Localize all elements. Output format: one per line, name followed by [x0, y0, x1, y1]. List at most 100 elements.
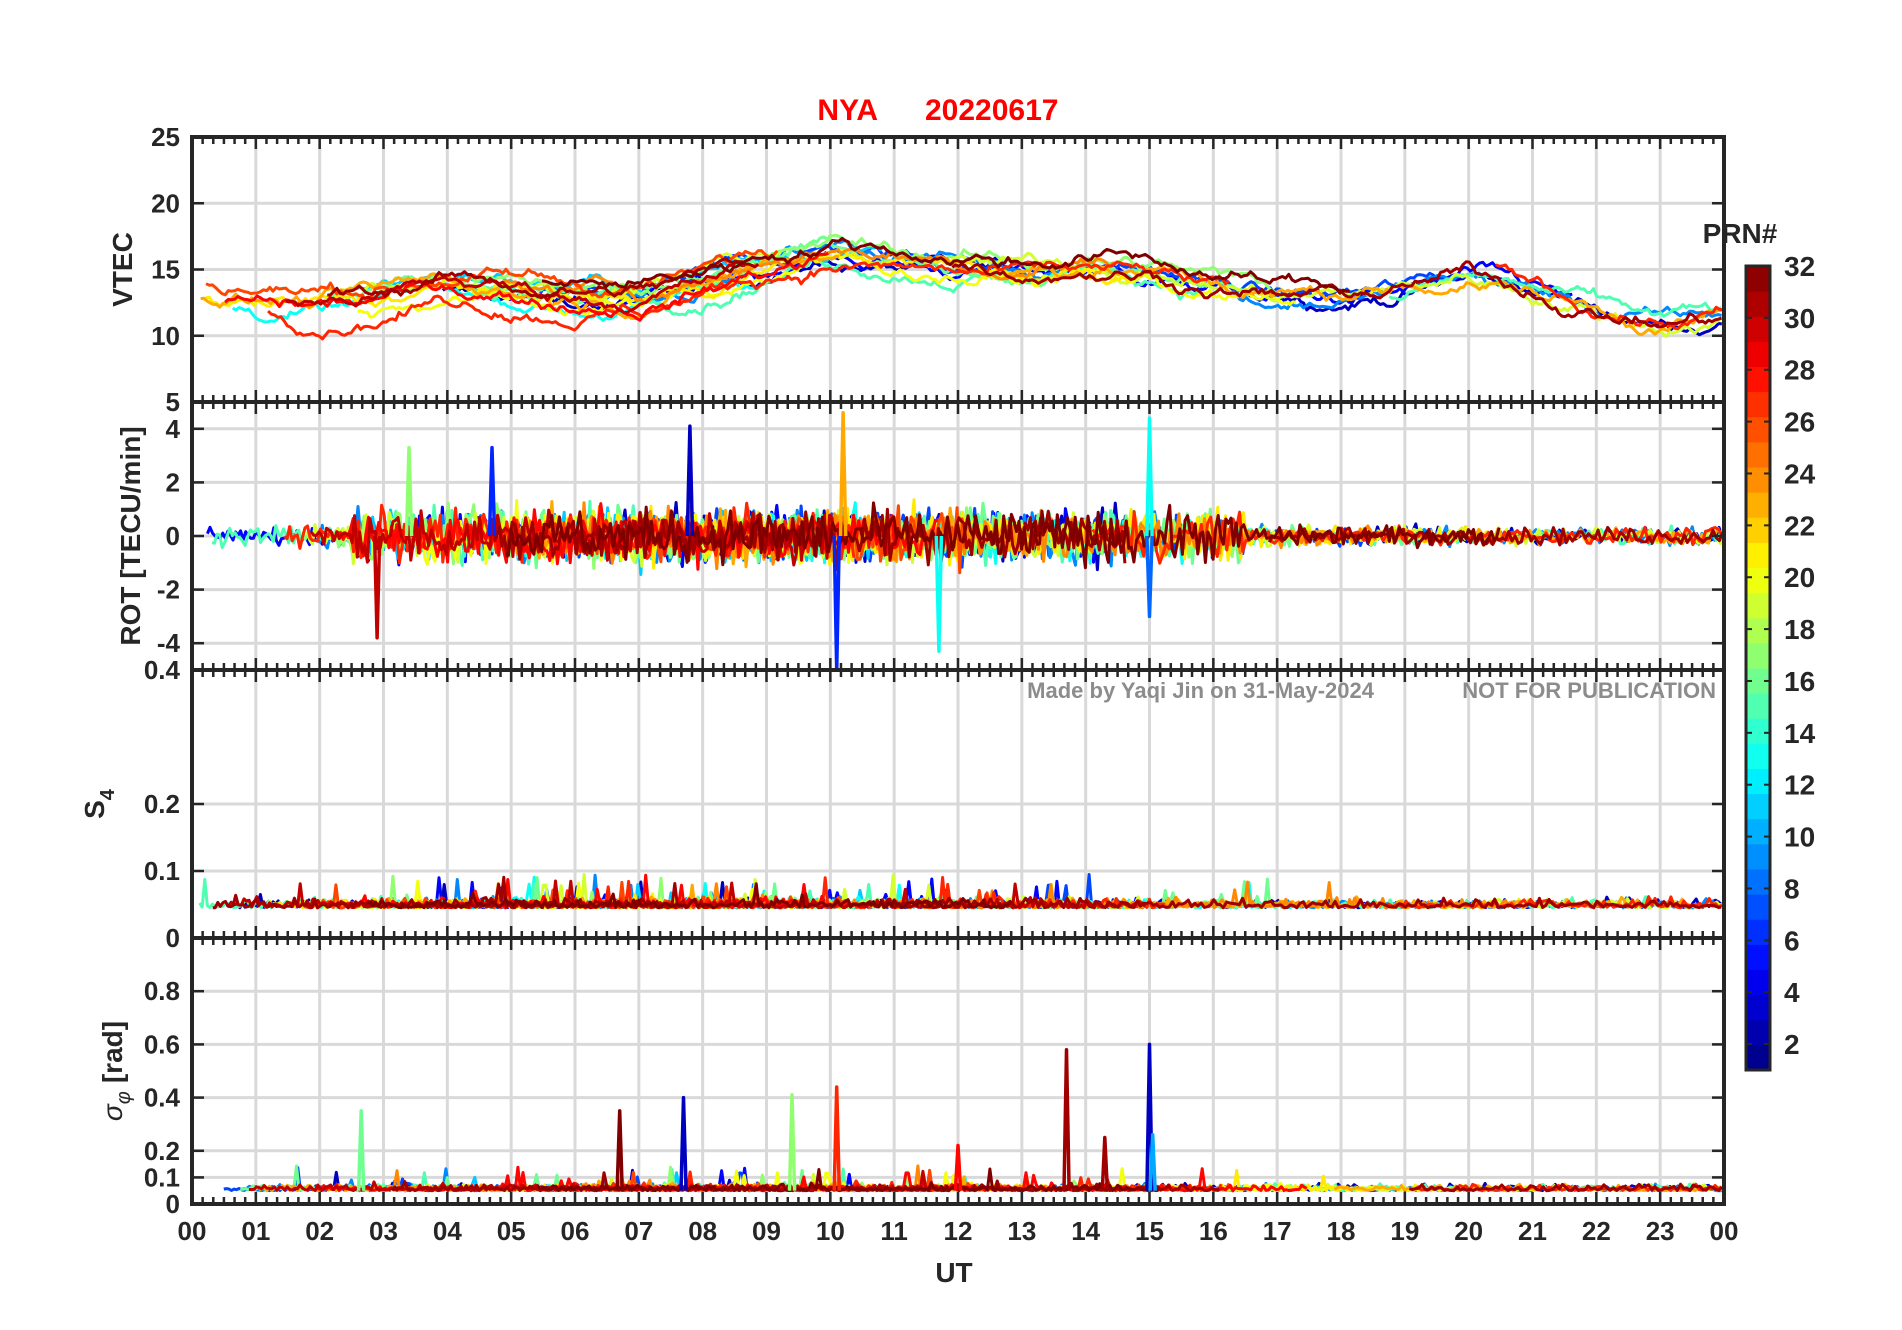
x-tick-label: 02 [305, 1216, 334, 1246]
colorbar-segment [1746, 567, 1770, 594]
colorbar-segment [1746, 517, 1770, 543]
x-tick-label: 22 [1582, 1216, 1611, 1246]
y-tick-label: 0.6 [144, 1029, 180, 1059]
colorbar-segment [1746, 441, 1770, 468]
colorbar-segment [1746, 291, 1770, 317]
colorbar-tick-label: 32 [1784, 251, 1815, 282]
colorbar-title: PRN# [1703, 218, 1778, 249]
colorbar-tick-label: 6 [1784, 925, 1800, 956]
colorbar-tick-label: 14 [1784, 718, 1816, 749]
y-tick-label: 25 [151, 122, 180, 152]
y-axis-symbol: σ [97, 1103, 128, 1121]
x-tick-label: 03 [369, 1216, 398, 1246]
colorbar-tick-label: 18 [1784, 614, 1815, 645]
y-axis-title: ROT [TECU/min] [115, 426, 146, 645]
y-tick-label: 0 [166, 521, 180, 551]
y-tick-label: 0.1 [144, 856, 180, 886]
colorbar-tick-label: 20 [1784, 562, 1815, 593]
y-tick-label: 5 [166, 387, 180, 417]
x-axis-title: UT [935, 1257, 972, 1288]
y-tick-label: 0.2 [144, 1136, 180, 1166]
y-axis-subscript: φ [113, 1091, 135, 1104]
y-tick-label: 0.2 [144, 789, 180, 819]
colorbar-segment [1746, 467, 1770, 493]
colorbar-segment [1746, 768, 1770, 795]
colorbar-tick-label: 8 [1784, 873, 1800, 904]
x-tick-label: 21 [1518, 1216, 1547, 1246]
colorbar-segment [1746, 416, 1770, 443]
x-tick-label: 13 [1007, 1216, 1036, 1246]
x-tick-label: 06 [561, 1216, 590, 1246]
colorbar-tick-label: 10 [1784, 822, 1815, 853]
y-tick-label: 0.4 [144, 1083, 181, 1113]
colorbar-segment [1746, 894, 1770, 920]
colorbar-segment [1746, 793, 1770, 820]
colorbar-segment [1746, 818, 1770, 845]
x-tick-label: 05 [497, 1216, 526, 1246]
x-tick-label: 01 [241, 1216, 270, 1246]
x-tick-label: 23 [1646, 1216, 1675, 1246]
colorbar-segment [1746, 693, 1770, 719]
x-tick-label: 18 [1327, 1216, 1356, 1246]
y-tick-label: 20 [151, 188, 180, 218]
y-tick-label: 4 [166, 414, 181, 444]
colorbar-segment [1746, 1044, 1770, 1071]
x-tick-label: 07 [624, 1216, 653, 1246]
colorbar-segment [1746, 994, 1770, 1021]
chart-title-date: 20220617 [925, 94, 1058, 127]
y-tick-label: -4 [157, 628, 181, 658]
x-tick-label: 00 [178, 1216, 207, 1246]
colorbar-segment [1746, 743, 1770, 769]
colorbar-segment [1746, 266, 1770, 292]
y-tick-label: 0.1 [144, 1162, 180, 1192]
colorbar-segment [1746, 341, 1770, 367]
y-axis-subscript: 4 [97, 788, 119, 800]
colorbar-tick-label: 28 [1784, 355, 1815, 386]
y-tick-label: 0.4 [144, 655, 181, 685]
y-tick-label: 10 [151, 321, 180, 351]
colorbar-tick-label: 22 [1784, 510, 1815, 541]
colorbar-tick-label: 24 [1784, 458, 1816, 489]
x-tick-label: 19 [1390, 1216, 1419, 1246]
x-tick-label: 14 [1071, 1216, 1100, 1246]
y-tick-label: 0.8 [144, 976, 180, 1006]
colorbar-tick-label: 30 [1784, 303, 1815, 334]
y-tick-label: -2 [157, 575, 180, 605]
x-tick-label: 16 [1199, 1216, 1228, 1246]
colorbar-tick-label: 2 [1784, 1029, 1800, 1060]
colorbar-segment [1746, 944, 1770, 970]
colorbar-segment [1746, 617, 1770, 644]
chart-title-station: NYA [817, 94, 878, 127]
x-tick-label: 09 [752, 1216, 781, 1246]
x-tick-label: 04 [433, 1216, 462, 1246]
x-tick-label: 15 [1135, 1216, 1164, 1246]
y-tick-label: 2 [166, 467, 180, 497]
colorbar-segment [1746, 592, 1770, 619]
colorbar-segment [1746, 718, 1770, 744]
y-tick-label: 0 [166, 923, 180, 953]
x-tick-label: 11 [880, 1216, 908, 1246]
colorbar-segment [1746, 869, 1770, 895]
x-tick-label: 17 [1263, 1216, 1292, 1246]
colorbar-segment [1746, 843, 1770, 870]
x-tick-label: 20 [1454, 1216, 1483, 1246]
colorbar-segment [1746, 316, 1770, 342]
y-axis-label: S [79, 800, 110, 819]
colorbar-tick-label: 4 [1784, 977, 1800, 1008]
watermark-author: Made by Yaqi Jin on 31-May-2024 [1027, 678, 1375, 703]
y-tick-label: 15 [151, 255, 180, 285]
colorbar-tick-label: 12 [1784, 770, 1815, 801]
colorbar-segment [1746, 1019, 1770, 1046]
scintillation-figure: NYA 20220617 101520255VTEC-4-20240.4ROT … [0, 0, 1902, 1330]
x-tick-label: 12 [944, 1216, 973, 1246]
x-tick-label: 00 [1710, 1216, 1739, 1246]
y-axis-title: VTEC [107, 232, 138, 307]
watermark-notice: NOT FOR PUBLICATION [1462, 678, 1716, 703]
colorbar-tick-label: 26 [1784, 407, 1815, 438]
colorbar-tick-label: 16 [1784, 666, 1815, 697]
colorbar-segment [1746, 391, 1770, 418]
colorbar-segment [1746, 542, 1770, 568]
y-tick-label: 0 [166, 1189, 180, 1219]
x-tick-label: 08 [688, 1216, 717, 1246]
colorbar-segment [1746, 492, 1770, 518]
